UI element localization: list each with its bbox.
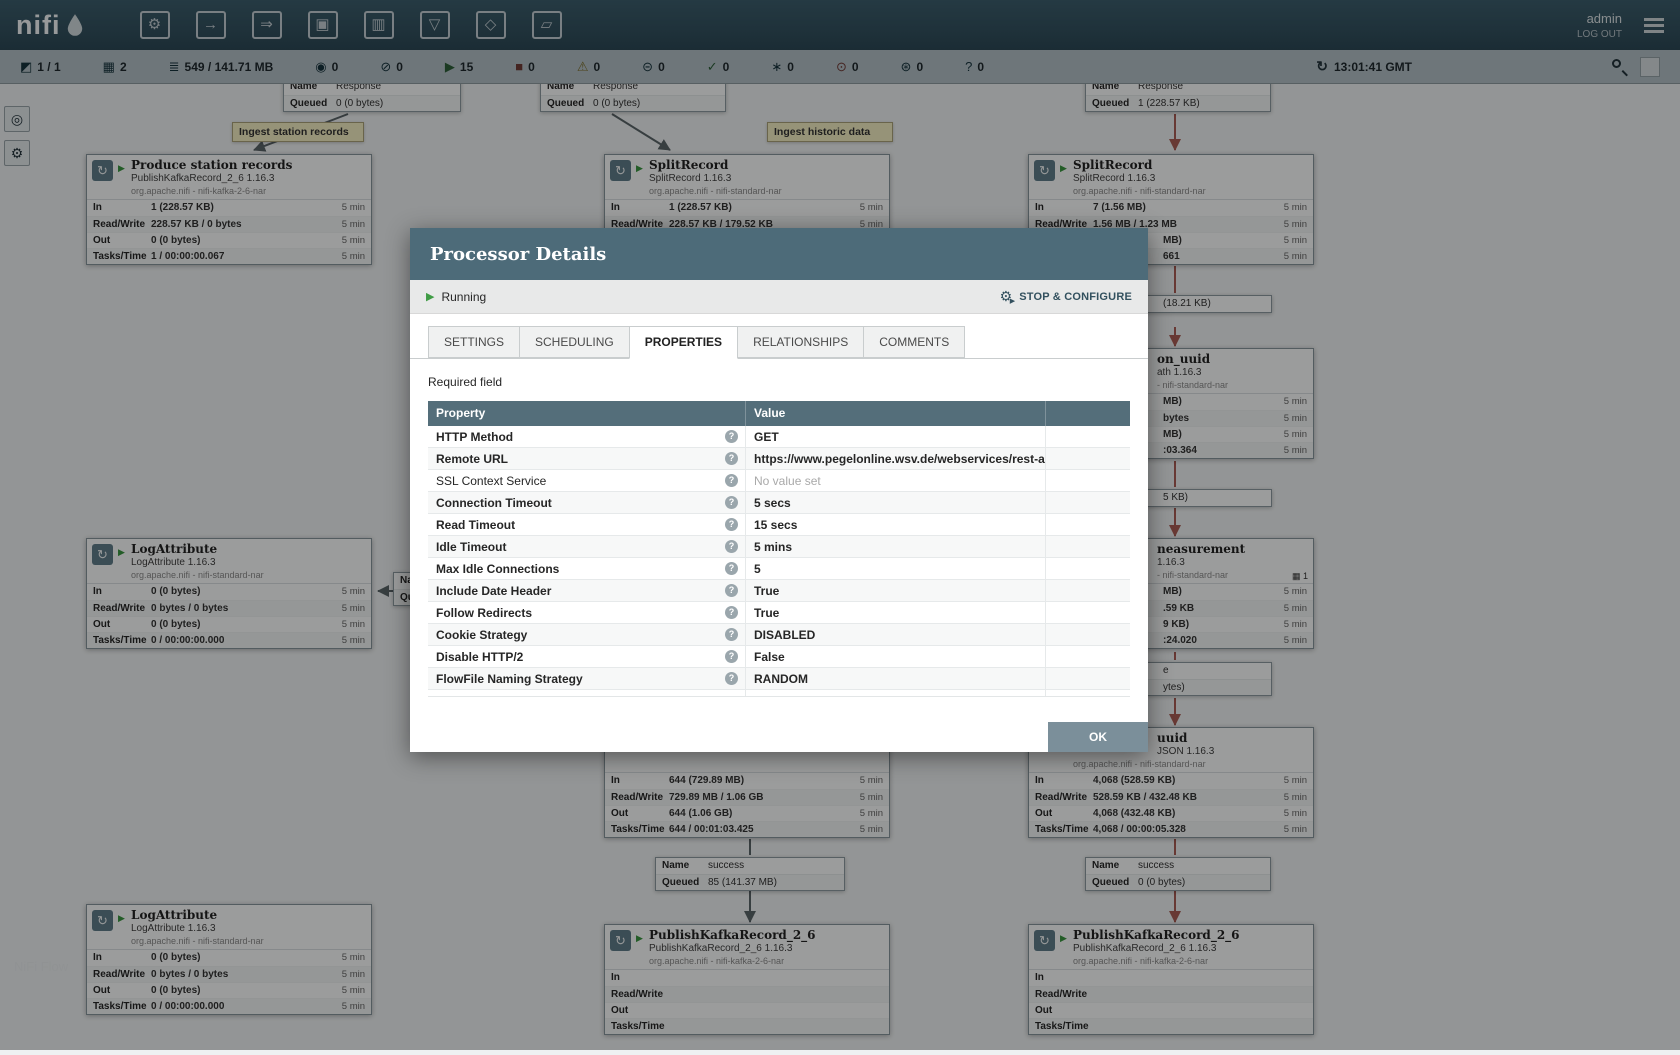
property-extra-cell: [1046, 602, 1130, 623]
stop-configure-button[interactable]: STOP & CONFIGURE: [1019, 291, 1132, 303]
tab-comments[interactable]: COMMENTS: [863, 326, 965, 358]
dialog-content: Required field Property Value HTTP Metho…: [410, 375, 1148, 697]
property-row: Read Timeout?15 secs: [428, 514, 1130, 536]
help-icon[interactable]: ?: [725, 452, 738, 465]
column-value: Value: [746, 401, 1046, 426]
properties-table-header: Property Value: [428, 401, 1130, 426]
tab-scheduling[interactable]: SCHEDULING: [519, 326, 630, 358]
property-value-cell: True: [746, 602, 1046, 623]
tab-properties[interactable]: PROPERTIES: [629, 326, 738, 359]
properties-table: Property Value HTTP Method?GETRemote URL…: [428, 401, 1130, 697]
property-name-cell: Disable HTTP/2?: [428, 646, 746, 667]
property-value-cell: 15 secs: [746, 514, 1046, 535]
property-value-cell: DISABLED: [746, 624, 1046, 645]
property-name-cell: Read Timeout?: [428, 514, 746, 535]
help-icon[interactable]: ?: [725, 584, 738, 597]
property-row: SSL Context Service?No value set: [428, 470, 1130, 492]
property-value-cell: No value set: [746, 470, 1046, 491]
help-icon[interactable]: ?: [725, 650, 738, 663]
property-name-cell: HTTP Method?: [428, 426, 746, 447]
property-name-cell: Connection Timeout?: [428, 492, 746, 513]
help-icon[interactable]: ?: [725, 606, 738, 619]
property-row: Remote URL?https://www.pegelonline.wsv.d…: [428, 448, 1130, 470]
property-extra-cell: [1046, 580, 1130, 601]
run-status-label: Running: [441, 290, 486, 304]
property-value-cell: 5: [746, 558, 1046, 579]
property-row: HTTP Method?GET: [428, 426, 1130, 448]
property-value-cell: False: [746, 646, 1046, 667]
property-name-cell: Include Date Header?: [428, 580, 746, 601]
running-icon: ▶: [426, 290, 434, 303]
property-row: Idle Timeout?5 mins: [428, 536, 1130, 558]
help-icon[interactable]: ?: [725, 628, 738, 641]
property-extra-cell: [1046, 514, 1130, 535]
required-field-note: Required field: [428, 375, 1130, 389]
property-value-cell: https://www.pegelonline.wsv.de/webservic…: [746, 448, 1046, 469]
processor-details-dialog: Processor Details ▶ Running ⚙▶ STOP & CO…: [410, 228, 1148, 752]
property-name-cell: Remote URL?: [428, 448, 746, 469]
property-row: Include Date Header?True: [428, 580, 1130, 602]
property-name-cell: Max Idle Connections?: [428, 558, 746, 579]
property-name-cell: Idle Timeout?: [428, 536, 746, 557]
property-row: Cookie Strategy?DISABLED: [428, 624, 1130, 646]
help-icon[interactable]: ?: [725, 672, 738, 685]
tab-settings[interactable]: SETTINGS: [428, 326, 520, 358]
help-icon[interactable]: ?: [725, 496, 738, 509]
property-value-cell: True: [746, 580, 1046, 601]
tab-relationships[interactable]: RELATIONSHIPS: [737, 326, 864, 358]
dialog-title: Processor Details: [430, 244, 606, 265]
help-icon[interactable]: ?: [725, 540, 738, 553]
properties-table-body: HTTP Method?GETRemote URL?https://www.pe…: [428, 426, 1130, 697]
property-extra-cell: [1046, 624, 1130, 645]
property-extra-cell: [1046, 646, 1130, 667]
property-extra-cell: [1046, 426, 1130, 447]
property-name-cell: Cookie Strategy?: [428, 624, 746, 645]
dialog-header: Processor Details: [410, 228, 1148, 280]
stop-configure-icon: ⚙▶: [1000, 288, 1013, 305]
property-extra-cell: [1046, 536, 1130, 557]
modal-tabs: SETTINGSSCHEDULINGPROPERTIESRELATIONSHIP…: [410, 326, 1148, 359]
property-extra-cell: [1046, 492, 1130, 513]
property-name-cell: FlowFile Naming Strategy?: [428, 668, 746, 689]
property-extra-cell: [1046, 448, 1130, 469]
ok-button[interactable]: OK: [1048, 722, 1148, 752]
property-name-cell: Follow Redirects?: [428, 602, 746, 623]
property-row: Disable HTTP/2?False: [428, 646, 1130, 668]
column-property: Property: [428, 401, 746, 426]
dialog-status-strip: ▶ Running ⚙▶ STOP & CONFIGURE: [410, 280, 1148, 314]
property-row: Max Idle Connections?5: [428, 558, 1130, 580]
help-icon[interactable]: ?: [725, 562, 738, 575]
property-extra-cell: [1046, 470, 1130, 491]
property-value-cell: GET: [746, 426, 1046, 447]
property-name-cell: SSL Context Service?: [428, 470, 746, 491]
property-row: FlowFile Naming Strategy?RANDOM: [428, 668, 1130, 690]
property-value-cell: RANDOM: [746, 668, 1046, 689]
property-row-partial: [428, 690, 1130, 697]
help-icon[interactable]: ?: [725, 474, 738, 487]
help-icon[interactable]: ?: [725, 518, 738, 531]
property-value-cell: 5 secs: [746, 492, 1046, 513]
property-extra-cell: [1046, 558, 1130, 579]
property-extra-cell: [1046, 668, 1130, 689]
property-value-cell: 5 mins: [746, 536, 1046, 557]
property-row: Follow Redirects?True: [428, 602, 1130, 624]
property-row: Connection Timeout?5 secs: [428, 492, 1130, 514]
help-icon[interactable]: ?: [725, 430, 738, 443]
